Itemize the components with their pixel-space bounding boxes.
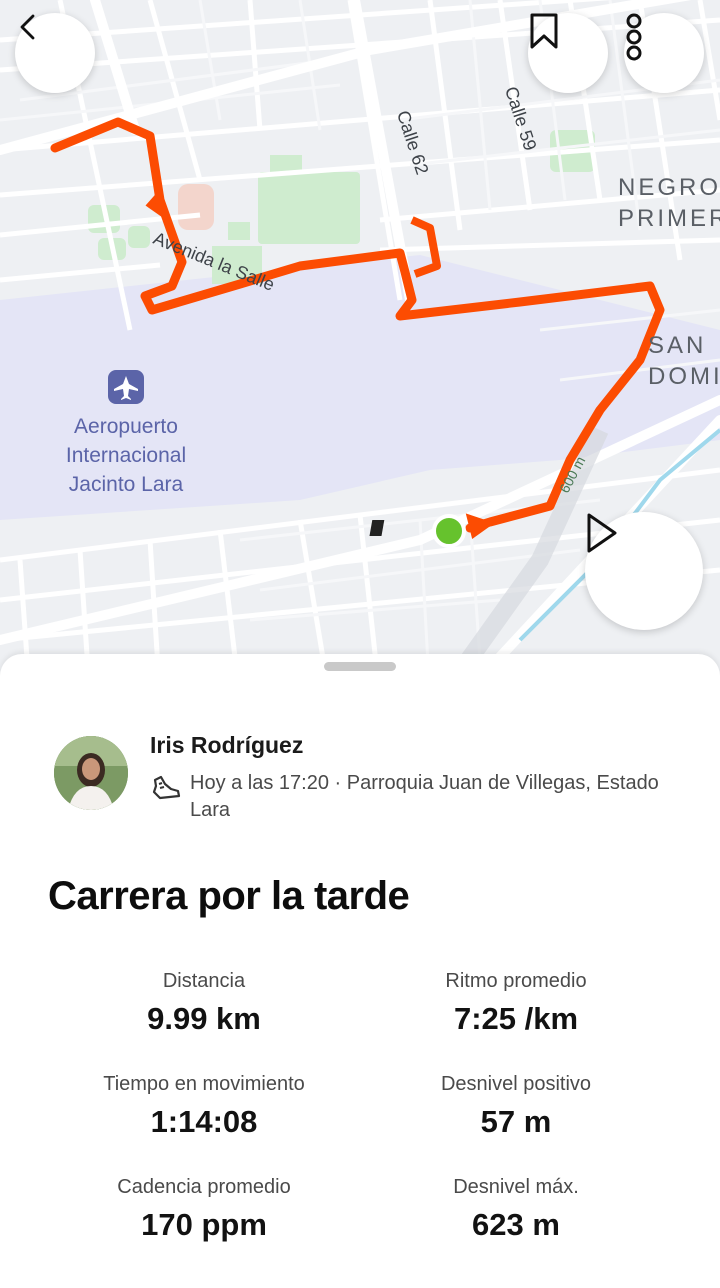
stat-avg-cadence: Cadencia promedio 170 ppm (44, 1176, 364, 1243)
stat-avg-pace: Ritmo promedio 7:25 /km (356, 970, 676, 1037)
neighborhood-label-negro-primero: NEGRO PRIMERO (618, 174, 720, 232)
athlete-name[interactable]: Iris Rodríguez (150, 732, 303, 759)
airport-label: Aeropuerto Internacional Jacinto Lara (65, 415, 187, 496)
play-icon (587, 513, 617, 553)
stat-label: Cadencia promedio (117, 1176, 291, 1198)
stat-label: Tiempo en movimiento (103, 1073, 305, 1095)
more-options-button[interactable] (624, 13, 704, 93)
stat-value: 1:14:08 (150, 1104, 258, 1139)
stat-max-elevation: Desnivel máx. 623 m (356, 1176, 676, 1243)
running-shoe-icon (152, 775, 181, 800)
activity-sheet: Iris Rodríguez Hoy a las 17:20 · Parroqu… (0, 654, 720, 1288)
save-route-button[interactable] (528, 13, 608, 93)
avatar[interactable] (54, 736, 128, 810)
stat-elevation-gain: Desnivel positivo 57 m (356, 1073, 676, 1140)
stat-distance: Distancia 9.99 km (44, 970, 364, 1037)
activity-title: Carrera por la tarde (48, 874, 410, 918)
route-map[interactable]: Calle 62 Calle 59 Avenida la Salle Aerop… (0, 0, 720, 700)
avatar-photo (54, 736, 128, 810)
back-button[interactable] (15, 13, 95, 93)
stat-label: Ritmo promedio (445, 970, 587, 992)
stat-value: 7:25 /km (453, 1001, 579, 1036)
stat-value: 57 m (480, 1104, 552, 1139)
bookmark-icon (530, 13, 558, 49)
sheet-drag-handle[interactable] (324, 662, 396, 671)
activity-meta: Hoy a las 17:20 · Parroquia Juan de Vill… (190, 772, 659, 821)
stat-moving-time: Tiempo en movimiento 1:14:08 (44, 1073, 364, 1140)
stat-label: Desnivel máx. (453, 1176, 579, 1198)
stat-label: Desnivel positivo (440, 1073, 592, 1095)
stat-value: 170 ppm (141, 1207, 267, 1242)
neighborhood-label-san-domingo: SAN DOMINGO (648, 332, 720, 390)
chevron-left-icon (20, 14, 35, 40)
more-vertical-icon (626, 13, 642, 61)
stat-label: Distancia (162, 970, 246, 992)
stat-value: 623 m (472, 1207, 560, 1242)
stat-value: 9.99 km (147, 1001, 261, 1036)
play-flyover-button[interactable] (585, 512, 703, 630)
